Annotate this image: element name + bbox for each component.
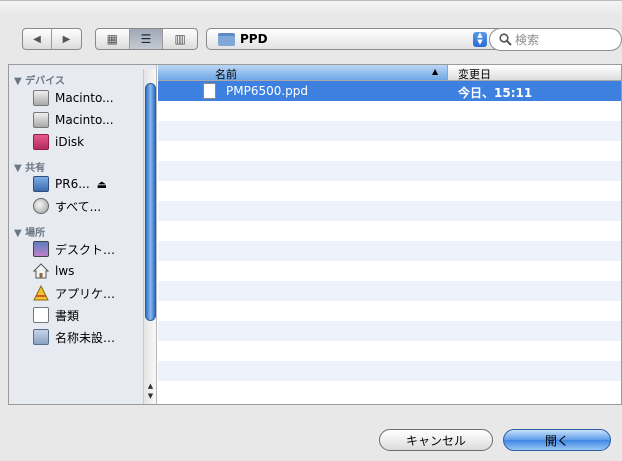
sidebar-item-macintosh-1[interactable]: Macinto... xyxy=(33,88,145,108)
desktop-icon xyxy=(33,241,49,257)
path-label: PPD xyxy=(240,32,268,46)
eject-icon[interactable]: ⏏ xyxy=(97,178,107,191)
scroll-up-arrow[interactable]: ▲ xyxy=(144,381,157,391)
view-mode-control: ▦ ☰ ▥ xyxy=(95,28,198,50)
scroll-down-arrow[interactable]: ▼ xyxy=(144,391,157,401)
empty-row xyxy=(158,101,621,121)
empty-row xyxy=(158,121,621,141)
hard-drive-icon xyxy=(33,112,49,128)
sort-ascending-icon: ▲ xyxy=(432,67,439,76)
cancel-button[interactable]: キャンセル xyxy=(379,429,493,451)
forward-button[interactable]: ▶ xyxy=(52,29,81,49)
search-icon xyxy=(499,33,512,46)
empty-row xyxy=(158,201,621,221)
sidebar-item-label: lws xyxy=(55,264,75,278)
sidebar-item-label: PR6... xyxy=(55,177,90,191)
back-button[interactable]: ◀ xyxy=(23,29,53,49)
column-header-name[interactable]: 名前 ▲ xyxy=(158,65,448,81)
empty-row xyxy=(158,321,621,341)
documents-icon xyxy=(33,307,49,323)
back-forward-control: ◀ ▶ xyxy=(22,28,82,50)
sidebar-item-label: すべて... xyxy=(55,199,102,214)
file-list-header: 名前 ▲ 変更日 xyxy=(158,65,621,81)
document-file-icon xyxy=(203,83,216,99)
sidebar-item-label: Macinto... xyxy=(55,91,114,105)
sidebar-item-documents[interactable]: 書類 xyxy=(33,305,145,325)
sidebar-item-applications[interactable]: アプリケ… xyxy=(33,283,145,303)
empty-row xyxy=(158,361,621,381)
sidebar-section-devices[interactable]: ▼ デバイス xyxy=(14,72,65,87)
folder-icon xyxy=(33,329,49,345)
file-list-rows: PMP6500.ppd 今日、15:11 xyxy=(158,81,621,401)
sidebar-scroll-arrows: ▲ ▼ xyxy=(144,381,157,404)
empty-row xyxy=(158,161,621,181)
column-header-date-label: 変更日 xyxy=(458,68,491,81)
list-view-icon: ☰ xyxy=(140,32,152,46)
folder-icon xyxy=(218,33,235,46)
empty-row xyxy=(158,141,621,161)
sidebar-scroll-thumb[interactable] xyxy=(145,83,156,321)
sidebar-item-macintosh-2[interactable]: Macinto... xyxy=(33,110,145,130)
file-browser: ▼ デバイス Macinto... Macinto... iDisk ▼ 共有 … xyxy=(8,64,622,405)
file-date: 今日、15:11 xyxy=(458,86,533,100)
empty-row xyxy=(158,341,621,361)
sidebar-item-label: Macinto... xyxy=(55,113,114,127)
empty-row xyxy=(158,381,621,401)
hard-drive-icon xyxy=(33,90,49,106)
sidebar-section-shared[interactable]: ▼ 共有 xyxy=(14,159,45,174)
sidebar-item-label: アプリケ… xyxy=(55,286,116,301)
sidebar-item-desktop[interactable]: デスクト… xyxy=(33,239,145,259)
sidebar-scrollbar[interactable]: ▲ ▼ xyxy=(143,69,156,404)
icon-view-icon: ▦ xyxy=(106,32,118,46)
computer-icon xyxy=(33,176,49,192)
empty-row xyxy=(158,221,621,241)
sidebar-item-home[interactable]: lws xyxy=(33,261,145,281)
search-input[interactable] xyxy=(515,30,615,49)
path-popup[interactable]: PPD ▲ ▼ xyxy=(206,28,505,50)
dialog-top-edge xyxy=(0,1,622,15)
column-header-name-label: 名前 xyxy=(215,68,237,81)
empty-row xyxy=(158,181,621,201)
chevron-left-icon: ◀ xyxy=(33,33,41,45)
empty-row xyxy=(158,281,621,301)
list-view-button[interactable]: ☰ xyxy=(129,29,164,49)
open-button[interactable]: 開く xyxy=(503,429,611,451)
sidebar-item-untitled[interactable]: 名称未設… xyxy=(33,327,145,347)
empty-row xyxy=(158,261,621,281)
column-view-icon: ▥ xyxy=(174,32,186,46)
sidebar-item-label: iDisk xyxy=(55,135,85,149)
file-name: PMP6500.ppd xyxy=(226,84,309,98)
popup-stepper-icon: ▲ ▼ xyxy=(473,32,487,47)
toolbar: ◀ ▶ ▦ ☰ ▥ PPD ▲ ▼ xyxy=(0,15,622,59)
empty-row xyxy=(158,301,621,321)
icon-view-button[interactable]: ▦ xyxy=(96,29,130,49)
open-dialog: ◀ ▶ ▦ ☰ ▥ PPD ▲▼ ▼ デバイス Macinto... xyxy=(0,0,622,461)
network-globe-icon xyxy=(33,198,49,214)
empty-row xyxy=(158,241,621,261)
sidebar-section-places[interactable]: ▼ 場所 xyxy=(14,224,45,239)
sidebar-item-pr6[interactable]: PR6... ⏏ xyxy=(33,174,145,194)
sidebar-item-all[interactable]: すべて... xyxy=(33,196,145,216)
search-field[interactable] xyxy=(489,28,622,51)
sidebar-item-label: 名称未設… xyxy=(55,330,116,345)
file-row[interactable]: PMP6500.ppd 今日、15:11 xyxy=(158,81,621,101)
chevron-right-icon: ▶ xyxy=(62,33,71,45)
home-icon xyxy=(33,263,49,279)
sidebar-item-label: デスクト… xyxy=(55,242,116,257)
sidebar: ▼ デバイス Macinto... Macinto... iDisk ▼ 共有 … xyxy=(9,65,157,404)
idisk-icon xyxy=(33,134,49,150)
sidebar-item-idisk[interactable]: iDisk xyxy=(33,132,145,152)
sidebar-item-label: 書類 xyxy=(55,308,80,323)
applications-icon xyxy=(33,285,49,301)
file-list: 名前 ▲ 変更日 PMP6500.ppd 今日、15:11 xyxy=(158,65,621,404)
column-view-button[interactable]: ▥ xyxy=(163,29,197,49)
